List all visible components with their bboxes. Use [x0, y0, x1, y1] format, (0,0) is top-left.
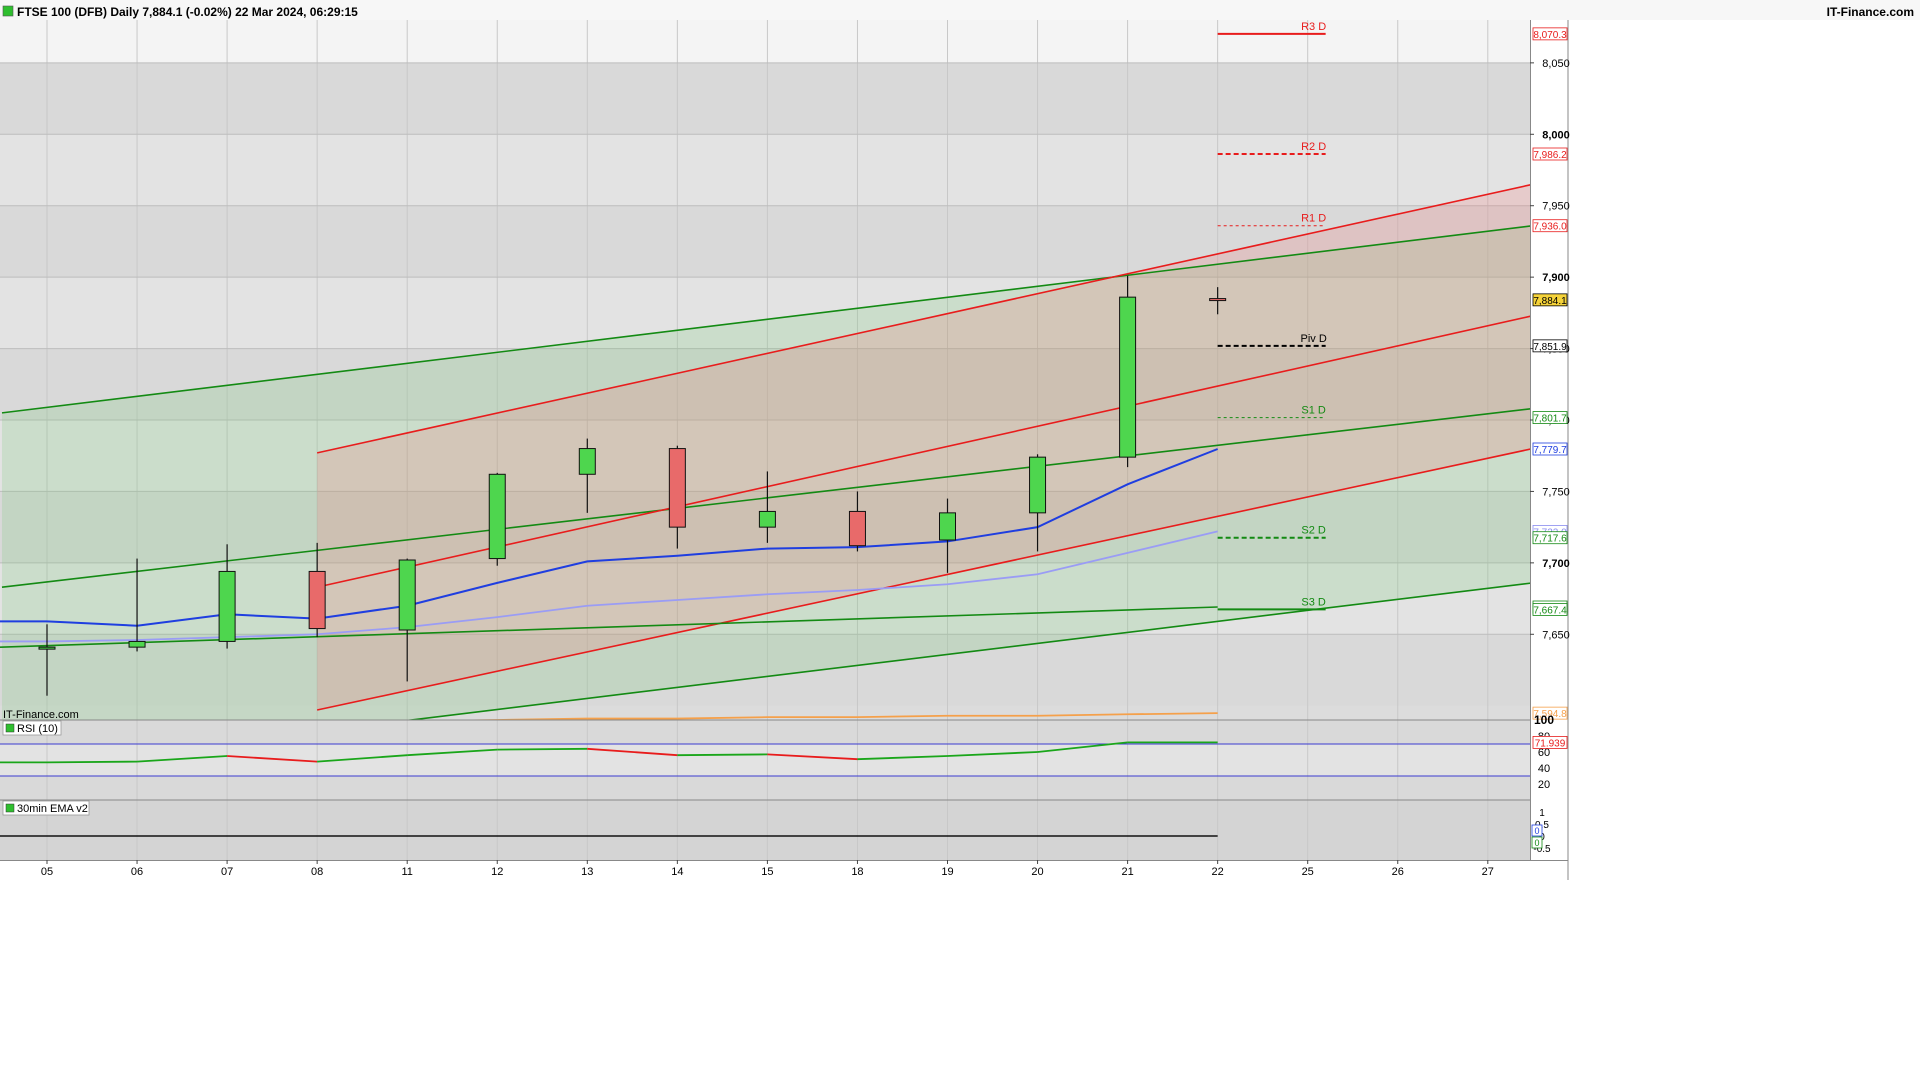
y-tick-label: 8,000 — [1542, 129, 1570, 141]
pivot-label-0: R3 D — [1301, 21, 1326, 33]
rsi-y-tick-label: 20 — [1538, 779, 1550, 791]
pivot-label-4: S1 D — [1301, 405, 1326, 417]
candle-21[interactable] — [1119, 275, 1137, 468]
axis-tag-label-3: 7,884.1 — [1533, 296, 1567, 307]
chart-canvas[interactable]: FTSE 100 (DFB) Daily 7,884.1 (-0.02%) 22… — [0, 0, 1920, 1080]
rsi-y-tick-label: 40 — [1538, 763, 1550, 775]
ema30-legend-swatch — [5, 803, 15, 813]
candle-body — [1029, 456, 1047, 514]
x-tick-label: 14 — [671, 866, 683, 878]
rsi-pane[interactable]: RSI (10)1008060402071.939 — [0, 713, 1568, 800]
ema30-tag-label-0: 0 — [1534, 826, 1539, 836]
x-tick-label: 12 — [491, 866, 503, 878]
pivot-label-2: R1 D — [1301, 213, 1326, 225]
x-tick-label: 19 — [941, 866, 953, 878]
pivot-label-6: S3 D — [1301, 596, 1326, 608]
rsi-segment — [46, 760, 138, 764]
ema30-tag-label-1: 0 — [1534, 838, 1539, 848]
price-band — [0, 62, 1530, 135]
x-tick-label: 06 — [131, 866, 143, 878]
x-tick-label: 11 — [401, 866, 412, 878]
y-tick-label: 7,950 — [1542, 201, 1570, 213]
rsi-segment — [497, 747, 588, 751]
x-axis: 05 06 07 08 11 12 13 14 15 18 19 20 21 22 25 26 27 — [0, 860, 1920, 1080]
x-tick-label: 27 — [1482, 866, 1494, 878]
candle-body — [308, 570, 326, 630]
candle-body — [1209, 298, 1227, 302]
x-tick-label: 15 — [761, 866, 773, 878]
pivot-label-1: R2 D — [1301, 141, 1326, 153]
x-tick-label: 13 — [581, 866, 593, 878]
axis-tag-label-1: 7,986.2 — [1533, 150, 1567, 161]
rsi-segment — [677, 753, 768, 757]
y-tick-label: 8,050 — [1542, 58, 1570, 70]
y-tick-label: 7,650 — [1542, 629, 1570, 641]
x-tick-label: 07 — [221, 866, 233, 878]
x-tick-label: 20 — [1031, 866, 1043, 878]
rsi-y-tick-label: 100 — [1534, 713, 1554, 727]
x-tick-label: 18 — [851, 866, 863, 878]
brand-label: IT-Finance.com — [1827, 5, 1914, 19]
ema30-background — [0, 800, 1530, 860]
axis-tag-label-8: 7,717.6 — [1533, 534, 1567, 545]
rsi-band — [0, 744, 1530, 776]
candle-body — [848, 510, 866, 547]
axis-tag-label-0: 8,070.3 — [1533, 30, 1567, 41]
candle-body — [38, 646, 56, 650]
rsi-latest-tag-label: 71.939 — [1535, 738, 1566, 749]
candle-body — [578, 448, 596, 475]
instrument-icon — [2, 5, 14, 17]
y-tick-label: 7,900 — [1542, 272, 1570, 284]
candle-body — [488, 473, 506, 560]
axis-tag-label-10: 7,667.4 — [1533, 605, 1567, 616]
candle-body — [668, 448, 686, 528]
axis-tag-label-4: 7,851.9 — [1533, 342, 1567, 353]
rsi-legend-label: RSI (10) — [17, 723, 58, 735]
chart-window: FTSE 100 (DFB) Daily 7,884.1 (-0.02%) 22… — [0, 0, 1920, 1080]
watermark-label: IT-Finance.com — [3, 709, 79, 721]
x-tick-label: 25 — [1302, 866, 1314, 878]
candle-body — [758, 510, 776, 528]
y-tick-label: 7,750 — [1542, 486, 1570, 498]
chart-title: FTSE 100 (DFB) Daily 7,884.1 (-0.02%) 22… — [17, 5, 358, 19]
ema30-y-tick-label: 1 — [1539, 808, 1545, 819]
ema30-legend-label: 30min EMA v2 — [17, 803, 88, 815]
candle-12[interactable] — [488, 472, 506, 566]
rsi-legend-swatch — [5, 723, 15, 733]
x-tick-label: 26 — [1392, 866, 1404, 878]
ema-30min-pane[interactable]: 30min EMA v210.50-0.500 — [0, 799, 1551, 860]
candle-body — [939, 512, 956, 541]
candle-body — [398, 559, 416, 631]
pivot-label-5: S2 D — [1301, 525, 1326, 537]
y-tick-label: 7,700 — [1542, 558, 1570, 570]
axis-tag-label-5: 7,801.7 — [1533, 414, 1567, 425]
x-tick-label: 08 — [311, 866, 323, 878]
axis-tag-label-6: 7,779.7 — [1533, 445, 1567, 456]
candle-body — [218, 570, 236, 642]
candle-body — [128, 640, 146, 648]
pivot-label-3: Piv D — [1301, 333, 1327, 345]
x-tick-label: 05 — [41, 866, 53, 878]
candle-body — [1119, 296, 1137, 458]
axis-tag-label-2: 7,936.0 — [1533, 222, 1567, 233]
x-tick-label: 22 — [1212, 866, 1224, 878]
x-tick-label: 21 — [1121, 866, 1133, 878]
below-chart-area — [0, 880, 1920, 1080]
